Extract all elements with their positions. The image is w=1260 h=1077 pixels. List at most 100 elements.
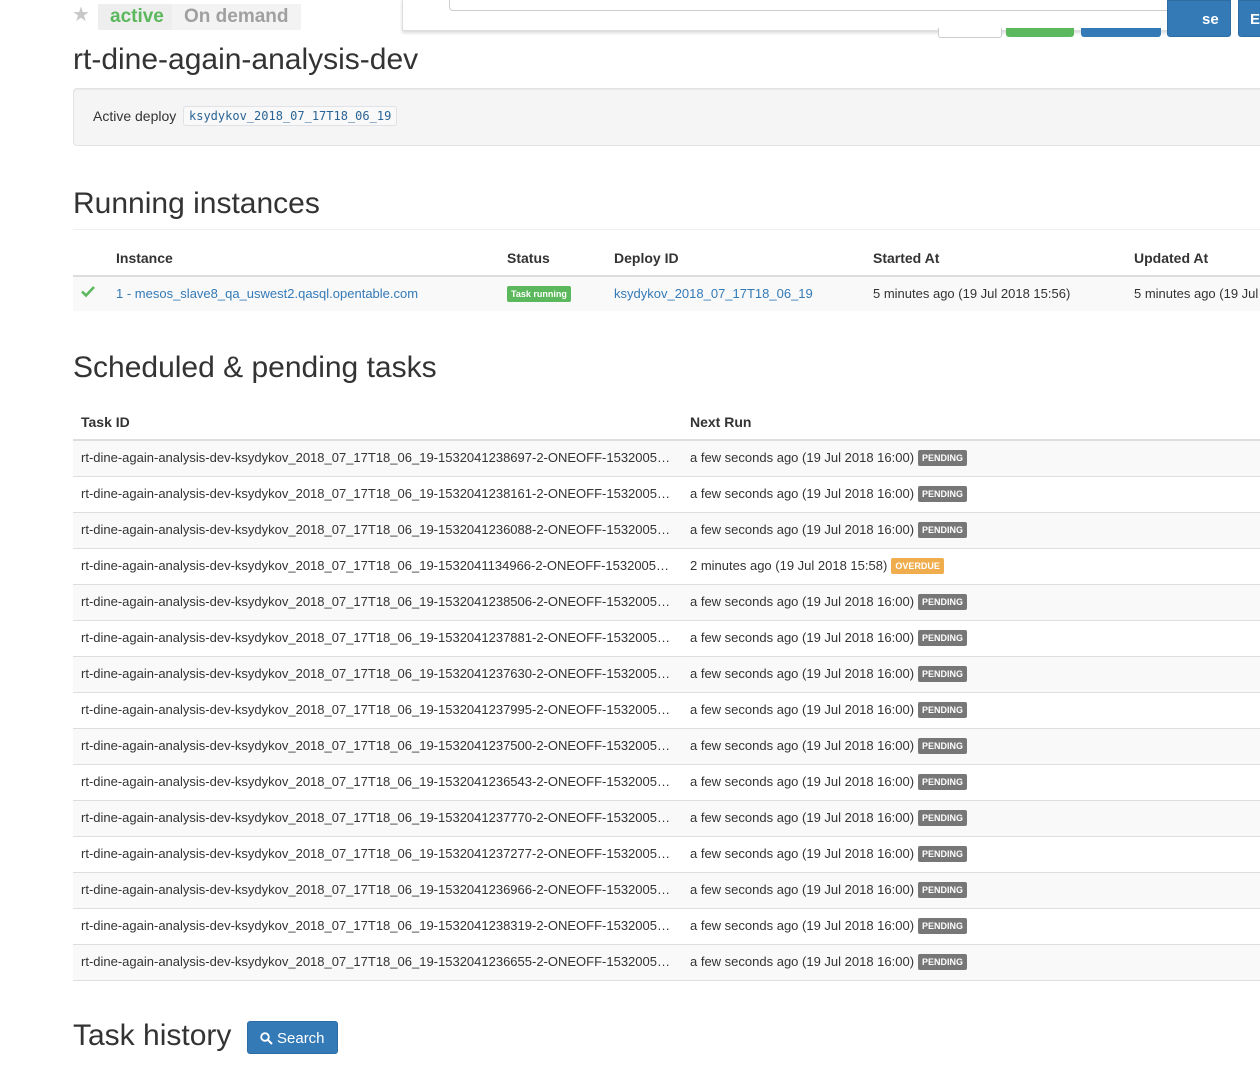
search-button[interactable]: Search [247,1021,338,1054]
task-id[interactable]: rt-dine-again-analysis-dev-ksydykov_2018… [81,522,676,537]
next-run-text: a few seconds ago (19 Jul 2018 16:00) [690,702,915,717]
task-state-badge: PENDING [918,918,968,934]
task-state-badge: PENDING [918,486,968,502]
toolbar-button-pause[interactable]: se [1167,0,1231,37]
next-run: a few seconds ago (19 Jul 2018 16:00) PEN… [690,486,968,502]
task-id[interactable]: rt-dine-again-analysis-dev-ksydykov_2018… [81,666,676,681]
toolbar-button-edit[interactable]: E [1238,0,1260,37]
table-row: rt-dine-again-analysis-dev-ksydykov_2018… [73,836,1260,872]
next-run-text: a few seconds ago (19 Jul 2018 16:00) [690,486,915,501]
column-header-updated-at[interactable]: Updated At [1134,250,1208,266]
next-run: a few seconds ago (19 Jul 2018 16:00) PEN… [690,630,968,646]
status-badge: Task running [507,286,571,302]
next-run: a few seconds ago (19 Jul 2018 16:00) PEN… [690,882,968,898]
task-state-badge: PENDING [918,882,968,898]
active-deploy-label: Active deploy [93,108,177,124]
next-run: a few seconds ago (19 Jul 2018 16:00) PEN… [690,918,968,934]
column-header-started-at[interactable]: Started At [873,250,939,266]
task-state-badge: PENDING [918,954,968,970]
table-row: rt-dine-again-analysis-dev-ksydykov_2018… [73,764,1260,800]
table-row: rt-dine-again-analysis-dev-ksydykov_2018… [73,512,1260,548]
table-row: rt-dine-again-analysis-dev-ksydykov_2018… [73,692,1260,728]
next-run: a few seconds ago (19 Jul 2018 16:00) PEN… [690,594,968,610]
next-run: a few seconds ago (19 Jul 2018 16:00) PEN… [690,846,968,862]
next-run: a few seconds ago (19 Jul 2018 16:00) PEN… [690,666,968,682]
next-run: a few seconds ago (19 Jul 2018 16:00) PEN… [690,738,968,754]
table-row: rt-dine-again-analysis-dev-ksydykov_2018… [73,800,1260,836]
next-run-text: a few seconds ago (19 Jul 2018 16:00) [690,774,915,789]
column-header-task-id[interactable]: Task ID [81,414,130,430]
next-run-text: a few seconds ago (19 Jul 2018 16:00) [690,846,915,861]
deploy-id-link[interactable]: ksydykov_2018_07_17T18_06_19 [614,286,813,301]
task-id[interactable]: rt-dine-again-analysis-dev-ksydykov_2018… [81,594,676,609]
next-run-text: 2 minutes ago (19 Jul 2018 15:58) [690,558,888,573]
task-id[interactable]: rt-dine-again-analysis-dev-ksydykov_2018… [81,918,676,933]
table-row: rt-dine-again-analysis-dev-ksydykov_2018… [73,440,1260,476]
column-header-status[interactable]: Status [507,250,550,266]
popup-input[interactable] [449,0,1173,11]
task-history-title: Task history [73,1019,232,1052]
task-id[interactable]: rt-dine-again-analysis-dev-ksydykov_2018… [81,630,676,645]
task-id[interactable]: rt-dine-again-analysis-dev-ksydykov_2018… [81,810,676,825]
task-id[interactable]: rt-dine-again-analysis-dev-ksydykov_2018… [81,882,676,897]
task-id[interactable]: rt-dine-again-analysis-dev-ksydykov_2018… [81,558,676,573]
toolbar-button-pause-label: se [1202,11,1219,28]
task-state-badge: PENDING [918,522,968,538]
next-run-text: a few seconds ago (19 Jul 2018 16:00) [690,882,915,897]
table-row: rt-dine-again-analysis-dev-ksydykov_2018… [73,908,1260,944]
task-state-badge: PENDING [918,810,968,826]
scheduled-tasks-title: Scheduled & pending tasks [73,351,437,384]
table-row: rt-dine-again-analysis-dev-ksydykov_2018… [73,476,1260,512]
active-deploy-well: Active deploy ksydykov_2018_07_17T18_06_… [73,88,1260,146]
next-run-text: a few seconds ago (19 Jul 2018 16:00) [690,918,915,933]
dropdown-popup [402,0,1192,31]
table-row: rt-dine-again-analysis-dev-ksydykov_2018… [73,944,1260,980]
task-id[interactable]: rt-dine-again-analysis-dev-ksydykov_2018… [81,702,676,717]
search-icon [260,1032,273,1045]
next-run-text: a few seconds ago (19 Jul 2018 16:00) [690,450,915,465]
started-at: 5 minutes ago (19 Jul 2018 15:56) [873,286,1071,301]
next-run: a few seconds ago (19 Jul 2018 16:00) PEN… [690,522,968,538]
task-state-badge: PENDING [918,738,968,754]
task-id[interactable]: rt-dine-again-analysis-dev-ksydykov_2018… [81,738,676,753]
column-header-next-run[interactable]: Next Run [690,414,751,430]
star-icon[interactable]: ★ [72,5,90,25]
type-label: On demand [172,4,301,30]
column-header-deploy-id[interactable]: Deploy ID [614,250,679,266]
next-run-text: a few seconds ago (19 Jul 2018 16:00) [690,810,915,825]
divider [73,229,1260,230]
task-state-badge: PENDING [918,594,968,610]
toolbar-button-primary[interactable] [1081,28,1161,37]
task-id[interactable]: rt-dine-again-analysis-dev-ksydykov_2018… [81,450,676,465]
task-id[interactable]: rt-dine-again-analysis-dev-ksydykov_2018… [81,846,676,861]
search-button-label: Search [277,1030,325,1047]
active-deploy-id-link[interactable]: ksydykov_2018_07_17T18_06_19 [183,106,398,126]
table-bottom-rule [73,980,1260,981]
toolbar-button-edit-label: E [1250,11,1260,28]
page-title: rt-dine-again-analysis-dev [73,43,419,76]
task-state-badge: OVERDUE [891,558,944,574]
running-instances-title: Running instances [73,187,320,220]
task-state-badge: PENDING [918,630,968,646]
task-id[interactable]: rt-dine-again-analysis-dev-ksydykov_2018… [81,954,676,969]
check-icon [81,286,95,298]
table-row: rt-dine-again-analysis-dev-ksydykov_2018… [73,728,1260,764]
toolbar-button-default[interactable] [938,28,1002,38]
next-run: a few seconds ago (19 Jul 2018 16:00) PEN… [690,810,968,826]
task-state-badge: PENDING [918,846,968,862]
next-run-text: a few seconds ago (19 Jul 2018 16:00) [690,954,915,969]
next-run-text: a few seconds ago (19 Jul 2018 16:00) [690,666,915,681]
task-id[interactable]: rt-dine-again-analysis-dev-ksydykov_2018… [81,774,676,789]
next-run-text: a few seconds ago (19 Jul 2018 16:00) [690,594,915,609]
task-state-badge: PENDING [918,774,968,790]
table-row: rt-dine-again-analysis-dev-ksydykov_2018… [73,656,1260,692]
next-run: a few seconds ago (19 Jul 2018 16:00) PEN… [690,954,968,970]
next-run: a few seconds ago (19 Jul 2018 16:00) PEN… [690,450,968,466]
next-run: a few seconds ago (19 Jul 2018 16:00) PEN… [690,774,968,790]
toolbar-button-success[interactable] [1006,28,1074,37]
column-header-instance[interactable]: Instance [116,250,173,266]
instance-link[interactable]: 1 - mesos_slave8_qa_uswest2.qasql.openta… [116,286,418,301]
task-id[interactable]: rt-dine-again-analysis-dev-ksydykov_2018… [81,486,676,501]
task-state-badge: PENDING [918,666,968,682]
task-state-badge: PENDING [918,702,968,718]
